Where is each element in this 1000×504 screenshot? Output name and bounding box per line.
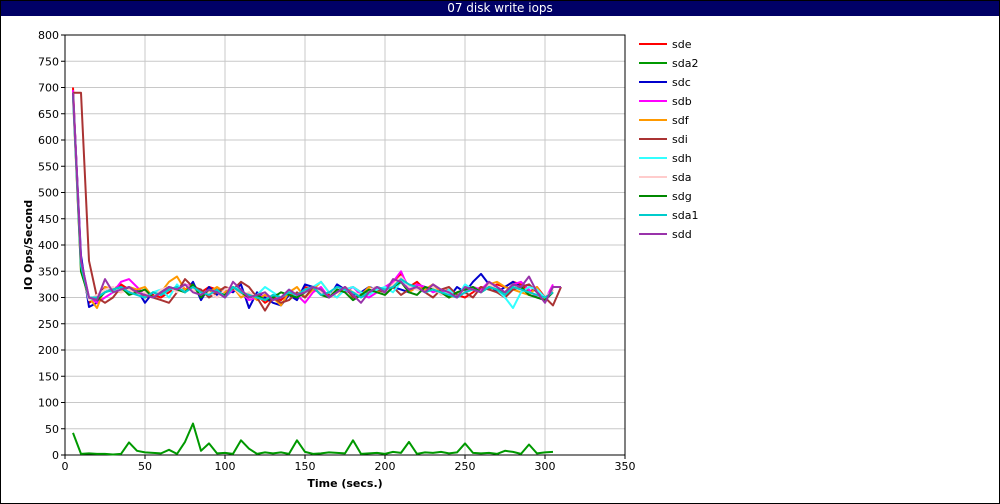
legend-label-sdg: sdg [672,190,692,203]
series-line-sdi [73,91,562,312]
legend-label-sdf: sdf [672,114,690,127]
legend-label-sda: sda [672,171,691,184]
y-tick-label: 200 [38,344,59,357]
y-tick-label: 750 [38,55,59,68]
legend-label-sdd: sdd [672,228,692,241]
y-axis-label: IO Ops/Second [22,200,35,290]
x-tick-label: 50 [138,460,152,473]
chart-canvas: 0501001502002503003504004505005506006507… [22,29,698,490]
x-tick-label: 350 [615,460,636,473]
y-tick-label: 150 [38,370,59,383]
legend-label-sda1: sda1 [672,209,698,222]
y-tick-label: 600 [38,134,59,147]
y-tick-label: 50 [45,423,59,436]
y-tick-label: 400 [38,239,59,252]
y-tick-label: 550 [38,160,59,173]
legend-label-sdi: sdi [672,133,688,146]
x-tick-label: 200 [375,460,396,473]
y-tick-label: 450 [38,213,59,226]
legend-label-sdh: sdh [672,152,692,165]
x-tick-label: 150 [295,460,316,473]
y-tick-label: 650 [38,108,59,121]
legend-label-sde: sde [672,38,692,51]
y-tick-label: 800 [38,29,59,42]
grid-lines [64,34,626,456]
y-tick-label: 250 [38,318,59,331]
x-tick-label: 0 [62,460,69,473]
legend-label-sdc: sdc [672,76,691,89]
y-tick-label: 300 [38,292,59,305]
x-tick-labels: 0 50 100 150 200 250 300 350 [62,455,636,473]
x-tick-label: 100 [215,460,236,473]
y-tick-label: 100 [38,397,59,410]
legend-label-sda2: sda2 [672,57,698,70]
x-tick-label: 250 [455,460,476,473]
x-tick-label: 300 [535,460,556,473]
legend-label-sdb: sdb [672,95,692,108]
x-axis-label: Time (secs.) [307,477,382,490]
y-tick-label: 700 [38,82,59,95]
y-tick-label: 350 [38,265,59,278]
y-tick-label: 500 [38,187,59,200]
y-tick-labels: 0 50 100 150 200 250 300 350 400 450 500 550 600 650 7… [38,29,65,462]
y-tick-label: 0 [52,449,59,462]
legend: sde sda2 sdc sdb sdf sdi sdh sda sdg sda1 sdd [639,38,698,241]
